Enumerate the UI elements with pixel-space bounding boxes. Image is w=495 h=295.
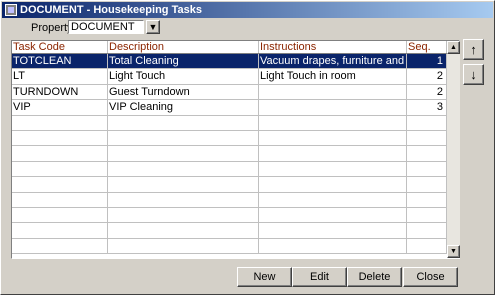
empty-cell xyxy=(407,146,447,161)
table-row[interactable]: TOTCLEAN Total Cleaning Vacuum drapes, fur… xyxy=(12,54,447,70)
empty-cell xyxy=(259,146,407,161)
empty-cell xyxy=(259,130,407,146)
table-row[interactable]: VIP VIP Cleaning 3 xyxy=(12,100,447,116)
close-button-label: Close xyxy=(416,271,445,283)
grid-header: Task Code Description Instructions Seq. xyxy=(12,41,447,54)
empty-row[interactable] xyxy=(12,192,447,208)
cell-instructions xyxy=(259,84,407,100)
empty-cell xyxy=(259,161,407,177)
move-up-button[interactable]: ↑ xyxy=(463,39,484,60)
table-row[interactable]: TURNDOWN Guest Turndown 2 xyxy=(12,84,447,101)
empty-cell xyxy=(108,207,259,223)
property-lookup-button[interactable]: ▼ xyxy=(146,20,160,34)
empty-row[interactable] xyxy=(12,130,447,147)
scroll-down-button[interactable]: ▼ xyxy=(447,245,460,258)
close-button[interactable]: Close xyxy=(403,267,458,287)
empty-cell xyxy=(12,223,108,238)
property-field[interactable]: DOCUMENT xyxy=(68,20,144,34)
cell-description: Light Touch xyxy=(108,69,259,84)
empty-cell xyxy=(407,161,447,177)
cell-instructions xyxy=(259,100,407,115)
cell-task-code: TURNDOWN xyxy=(12,84,108,100)
empty-cell xyxy=(407,238,447,254)
empty-cell xyxy=(407,115,447,130)
new-button[interactable]: New xyxy=(237,267,292,287)
empty-cell xyxy=(12,161,108,177)
cell-seq: 1 xyxy=(407,54,447,69)
empty-row[interactable] xyxy=(12,161,447,178)
tasks-grid: Task Code Description Instructions Seq. … xyxy=(11,40,460,259)
empty-cell xyxy=(12,177,108,192)
empty-cell xyxy=(407,223,447,238)
cell-task-code: VIP xyxy=(12,100,108,115)
cell-description: Total Cleaning xyxy=(108,54,259,69)
empty-cell xyxy=(108,223,259,238)
empty-row[interactable] xyxy=(12,115,447,131)
cell-description: VIP Cleaning xyxy=(108,100,259,115)
cell-seq: 3 xyxy=(407,100,447,115)
empty-row[interactable] xyxy=(12,207,447,224)
table-row[interactable]: LT Light Touch Light Touch in room 2 xyxy=(12,69,447,85)
window-title: DOCUMENT - Housekeeping Tasks xyxy=(20,4,202,16)
edit-button[interactable]: Edit xyxy=(292,267,347,287)
empty-cell xyxy=(407,207,447,223)
edit-button-label: Edit xyxy=(310,271,329,283)
empty-cell xyxy=(259,223,407,238)
cell-seq: 2 xyxy=(407,84,447,100)
empty-cell xyxy=(259,207,407,223)
arrow-up-icon: ↑ xyxy=(470,42,477,57)
empty-row[interactable] xyxy=(12,223,447,239)
empty-cell xyxy=(12,130,108,146)
empty-cell xyxy=(108,115,259,130)
empty-row[interactable] xyxy=(12,238,447,255)
arrow-down-icon: ↓ xyxy=(470,67,477,82)
new-button-label: New xyxy=(253,271,276,283)
empty-cell xyxy=(259,115,407,130)
title-bar[interactable]: DOCUMENT - Housekeeping Tasks xyxy=(2,2,493,18)
cell-task-code: LT xyxy=(12,69,108,84)
scroll-down-icon: ▼ xyxy=(450,248,457,255)
empty-cell xyxy=(407,130,447,146)
housekeeping-tasks-window: DOCUMENT - Housekeeping Tasks Property D… xyxy=(0,0,495,295)
column-header-description[interactable]: Description xyxy=(108,41,259,53)
empty-cell xyxy=(108,161,259,177)
empty-cell xyxy=(108,146,259,161)
move-down-button[interactable]: ↓ xyxy=(463,64,484,85)
cell-instructions: Vacuum drapes, furniture and carpe xyxy=(259,54,407,69)
cell-task-code: TOTCLEAN xyxy=(12,54,108,69)
dropdown-arrow-icon: ▼ xyxy=(148,22,158,32)
empty-cell xyxy=(259,177,407,192)
cell-seq: 2 xyxy=(407,69,447,84)
empty-cell xyxy=(407,177,447,192)
empty-cell xyxy=(108,130,259,146)
property-label: Property xyxy=(31,22,73,34)
empty-cell xyxy=(108,238,259,254)
column-header-task-code[interactable]: Task Code xyxy=(12,41,108,53)
empty-cell xyxy=(259,238,407,254)
empty-cell xyxy=(12,192,108,207)
empty-cell xyxy=(108,177,259,192)
column-header-instructions[interactable]: Instructions xyxy=(259,41,407,53)
empty-cell xyxy=(12,146,108,161)
empty-cell xyxy=(12,115,108,130)
app-icon xyxy=(5,4,17,16)
cell-instructions: Light Touch in room xyxy=(259,69,407,84)
empty-cell xyxy=(259,192,407,207)
cell-description: Guest Turndown xyxy=(108,84,259,100)
empty-row[interactable] xyxy=(12,177,447,193)
scroll-up-button[interactable]: ▲ xyxy=(447,41,460,54)
empty-cell xyxy=(407,192,447,207)
empty-cell xyxy=(108,192,259,207)
delete-button[interactable]: Delete xyxy=(347,267,402,287)
grid-body: Task Code Description Instructions Seq. … xyxy=(12,41,447,258)
empty-row[interactable] xyxy=(12,146,447,162)
empty-cell xyxy=(12,207,108,223)
scroll-up-icon: ▲ xyxy=(450,44,457,51)
empty-cell xyxy=(12,238,108,254)
column-header-seq[interactable]: Seq. xyxy=(407,41,447,53)
delete-button-label: Delete xyxy=(358,271,391,283)
vertical-scrollbar[interactable]: ▲ ▼ xyxy=(447,41,460,258)
